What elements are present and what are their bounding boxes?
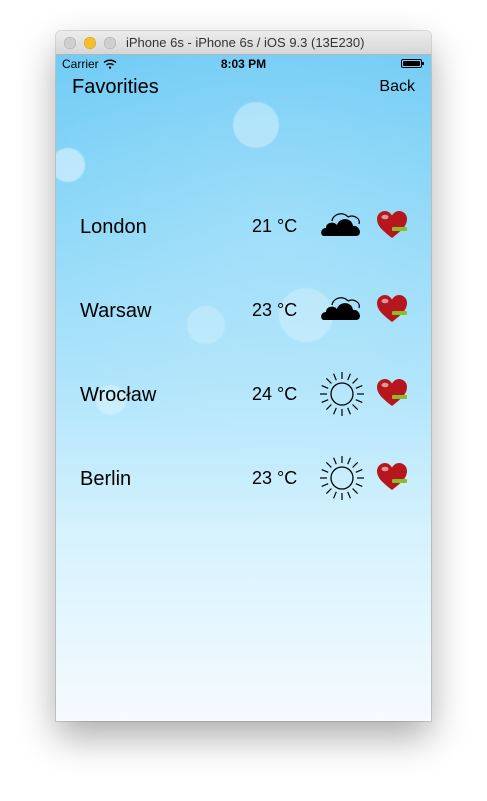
phone-screen: Carrier 8:03 PM Favorities Back London 2…	[56, 55, 431, 721]
cloud-icon	[321, 213, 360, 236]
remove-favorite-heart-icon[interactable]	[375, 208, 409, 242]
remove-favorite-heart-icon[interactable]	[375, 376, 409, 410]
sun-icon	[320, 456, 364, 500]
favorite-row: London 21 °C	[56, 202, 431, 252]
page-title: Favorities	[72, 76, 159, 98]
city-name: Wrocław	[80, 384, 157, 406]
city-name: Warsaw	[80, 300, 152, 322]
temperature-label: 21 °C	[252, 216, 298, 236]
cloud-icon	[321, 297, 360, 320]
remove-favorite-heart-icon[interactable]	[375, 460, 409, 494]
favorite-row: Wrocław 24 °C	[56, 370, 431, 420]
temperature-label: 24 °C	[252, 384, 298, 404]
close-window-button[interactable]	[64, 37, 76, 49]
minimize-window-button[interactable]	[84, 37, 96, 49]
favorite-row: Warsaw 23 °C	[56, 286, 431, 336]
battery-icon	[401, 59, 424, 68]
temperature-label: 23 °C	[252, 468, 298, 488]
favorite-row: Berlin 23 °C	[56, 454, 431, 504]
window-title: iPhone 6s - iPhone 6s / iOS 9.3 (13E230)	[126, 35, 365, 50]
temperature-label: 23 °C	[252, 300, 298, 320]
status-bar: Carrier 8:03 PM	[56, 55, 431, 75]
sun-icon	[320, 372, 364, 416]
remove-favorite-heart-icon[interactable]	[375, 292, 409, 326]
status-time: 8:03 PM	[220, 57, 267, 71]
city-name: London	[80, 216, 147, 238]
window-titlebar: iPhone 6s - iPhone 6s / iOS 9.3 (13E230)	[56, 31, 431, 55]
zoom-window-button[interactable]	[104, 37, 116, 49]
city-name: Berlin	[80, 468, 132, 490]
back-button[interactable]: Back	[379, 78, 415, 96]
simulator-window: iPhone 6s - iPhone 6s / iOS 9.3 (13E230)…	[56, 31, 431, 721]
